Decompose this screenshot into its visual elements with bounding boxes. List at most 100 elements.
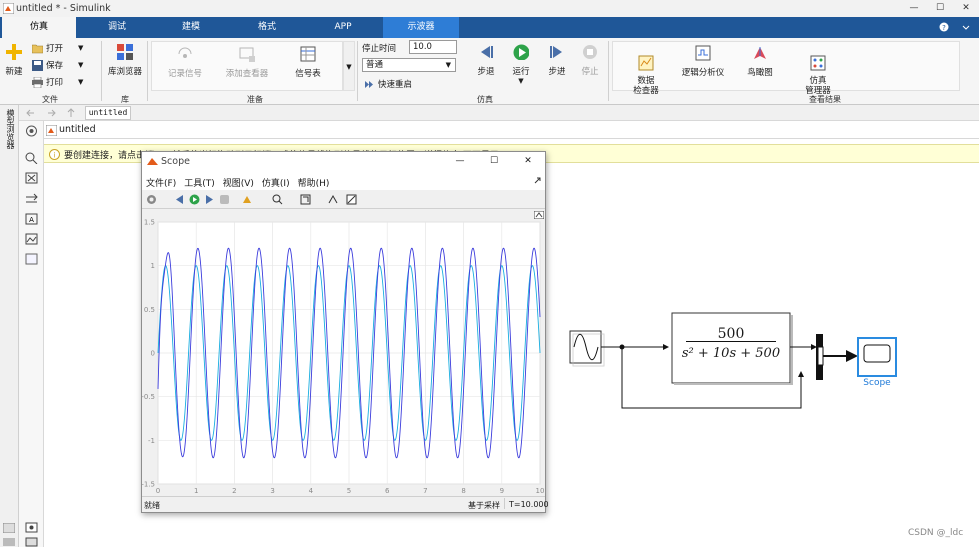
signal-table-button[interactable]: 信号表	[288, 46, 328, 79]
run-play-icon	[513, 44, 530, 61]
tab-format[interactable]: 格式	[230, 17, 304, 38]
annotation-icon[interactable]: A	[25, 213, 38, 225]
up-arrow-icon[interactable]	[66, 108, 76, 118]
zoom-in-icon[interactable]	[272, 194, 283, 205]
maximize-button[interactable]: ☐	[927, 0, 953, 17]
menu-simulation[interactable]: 仿真(I)	[258, 172, 294, 190]
log-signals-label: 记录信号	[167, 69, 202, 79]
library-browser-label: 库浏览器	[107, 67, 142, 77]
simulation-mode-select[interactable]: 普通 ▼	[362, 58, 456, 72]
step-forward-button[interactable]: 步进	[545, 44, 569, 77]
scope-step-back-icon[interactable]	[174, 194, 185, 205]
menu-view[interactable]: 视图(V)	[219, 172, 258, 190]
tool-palette: A	[19, 121, 44, 547]
scope-step-forward-icon[interactable]	[204, 194, 215, 205]
screenshot-icon[interactable]	[25, 521, 38, 533]
open-button[interactable]: 打开 ▼	[32, 42, 83, 54]
hide-browser-icon[interactable]	[25, 125, 38, 137]
image-icon[interactable]	[25, 233, 38, 245]
chevron-down-icon: ▼	[445, 61, 451, 69]
expand-panel-icon[interactable]	[3, 523, 15, 533]
tab-scope[interactable]: 示波器	[383, 17, 459, 38]
stop-button[interactable]: 停止	[578, 44, 602, 77]
scope-block-label[interactable]: Scope	[856, 378, 898, 388]
tab-apps[interactable]: APP	[306, 17, 380, 38]
data-inspector-label: 数据 检查器	[633, 76, 659, 96]
tab-debug[interactable]: 调试	[80, 17, 154, 38]
menu-file[interactable]: 文件(F)	[142, 172, 180, 190]
tab-untitled[interactable]: untitled	[85, 106, 131, 120]
triggers-icon[interactable]	[328, 194, 339, 205]
panel-handle-icon[interactable]	[3, 538, 15, 546]
y-tick-label: 1	[151, 262, 155, 270]
measurements-icon[interactable]	[346, 194, 357, 205]
simulation-mode-value: 普通	[366, 60, 384, 70]
y-tick-label: -1	[148, 437, 155, 445]
autoscale-icon[interactable]	[300, 194, 311, 205]
run-menu-chevron-icon[interactable]: ▼	[508, 77, 534, 85]
fast-restart-button[interactable]: 快速重启	[364, 78, 412, 90]
step-forward-icon	[550, 46, 562, 58]
step-back-label: 步退	[477, 67, 495, 77]
fit-view-icon[interactable]	[25, 172, 38, 184]
axes-maximize-icon[interactable]	[534, 211, 544, 219]
back-arrow-icon[interactable]	[26, 108, 36, 118]
scope-close-button[interactable]: ✕	[511, 152, 545, 170]
sine-wave-block[interactable]	[569, 330, 605, 367]
forward-arrow-icon[interactable]	[46, 108, 56, 118]
run-button[interactable]: 运行 ▼	[508, 44, 534, 85]
x-tick-label: 5	[347, 487, 351, 495]
help-icon[interactable]: ?	[939, 22, 949, 32]
close-button[interactable]: ✕	[953, 0, 979, 17]
x-tick-label: 10	[536, 487, 545, 495]
scope-block[interactable]	[857, 337, 897, 377]
library-browser-button[interactable]: 库浏览器	[106, 44, 144, 77]
more-tools-icon[interactable]	[25, 537, 38, 549]
log-signals-button[interactable]: 记录信号	[160, 46, 210, 79]
prepare-gallery-expand[interactable]: ▼	[343, 41, 355, 91]
menu-help[interactable]: 帮助(H)	[294, 172, 334, 190]
logic-analyzer-button[interactable]: 逻辑分析仪	[680, 45, 726, 78]
add-viewer-icon	[239, 47, 255, 62]
mux-block[interactable]	[816, 334, 824, 380]
highlight-block-icon[interactable]	[242, 194, 253, 205]
stop-time-input[interactable]: 10.0	[409, 40, 457, 54]
save-button[interactable]: 保存 ▼	[32, 59, 83, 71]
simulate-group-label: 仿真	[477, 95, 493, 104]
scope-minimize-button[interactable]: —	[443, 152, 477, 170]
add-viewer-button[interactable]: 添加查看器	[222, 46, 272, 79]
signal-table-label: 信号表	[295, 69, 321, 79]
tf-numerator: 500	[717, 326, 745, 342]
scope-window[interactable]: Scope — ☐ ✕ 文件(F) 工具(T) 视图(V) 仿真(I) 帮助(H…	[141, 151, 549, 513]
svg-text:?: ?	[942, 24, 946, 32]
scope-stop-icon[interactable]	[219, 194, 230, 205]
breadcrumb-model[interactable]: untitled	[59, 124, 96, 135]
zoom-icon[interactable]	[25, 152, 38, 164]
bird-eye-button[interactable]: 鸟瞰图	[744, 45, 776, 78]
model-browser-strip[interactable]: 模型浏览器	[0, 105, 19, 547]
window-controls: — ☐ ✕	[901, 0, 979, 17]
log-signals-icon	[178, 47, 192, 58]
minimize-button[interactable]: —	[901, 0, 927, 17]
print-label: 打印	[46, 78, 64, 88]
scope-title-bar[interactable]: Scope — ☐ ✕	[142, 152, 545, 172]
ribbon-tab-bar: 仿真 调试 建模 格式 APP 示波器 ?	[0, 17, 979, 38]
menu-tools[interactable]: 工具(T)	[180, 172, 219, 190]
scope-plot[interactable]: 0 1 2 3 4 5 6 7 8 9 10 1.5 1 0.5 0 -0.5 -1 -1.5	[142, 210, 545, 496]
signal-table-icon	[300, 46, 316, 62]
step-back-icon	[481, 46, 493, 58]
ribbon-collapse-icon[interactable]	[961, 22, 971, 32]
dock-icon[interactable]	[534, 177, 542, 185]
scope-run-icon[interactable]	[189, 194, 200, 205]
tab-modeling[interactable]: 建模	[154, 17, 228, 38]
arrow-icon[interactable]	[25, 193, 38, 205]
print-button[interactable]: 打印 ▼	[32, 76, 83, 88]
tab-simulation[interactable]: 仿真	[2, 17, 76, 38]
area-icon[interactable]	[25, 253, 38, 265]
new-button[interactable]: 新建	[3, 44, 25, 77]
settings-gear-icon[interactable]	[146, 194, 157, 205]
data-inspector-button[interactable]: 数据 检查器	[628, 45, 664, 106]
step-back-button[interactable]: 步退	[474, 44, 498, 77]
scope-maximize-button[interactable]: ☐	[477, 152, 511, 170]
scope-window-controls: — ☐ ✕	[443, 152, 545, 170]
